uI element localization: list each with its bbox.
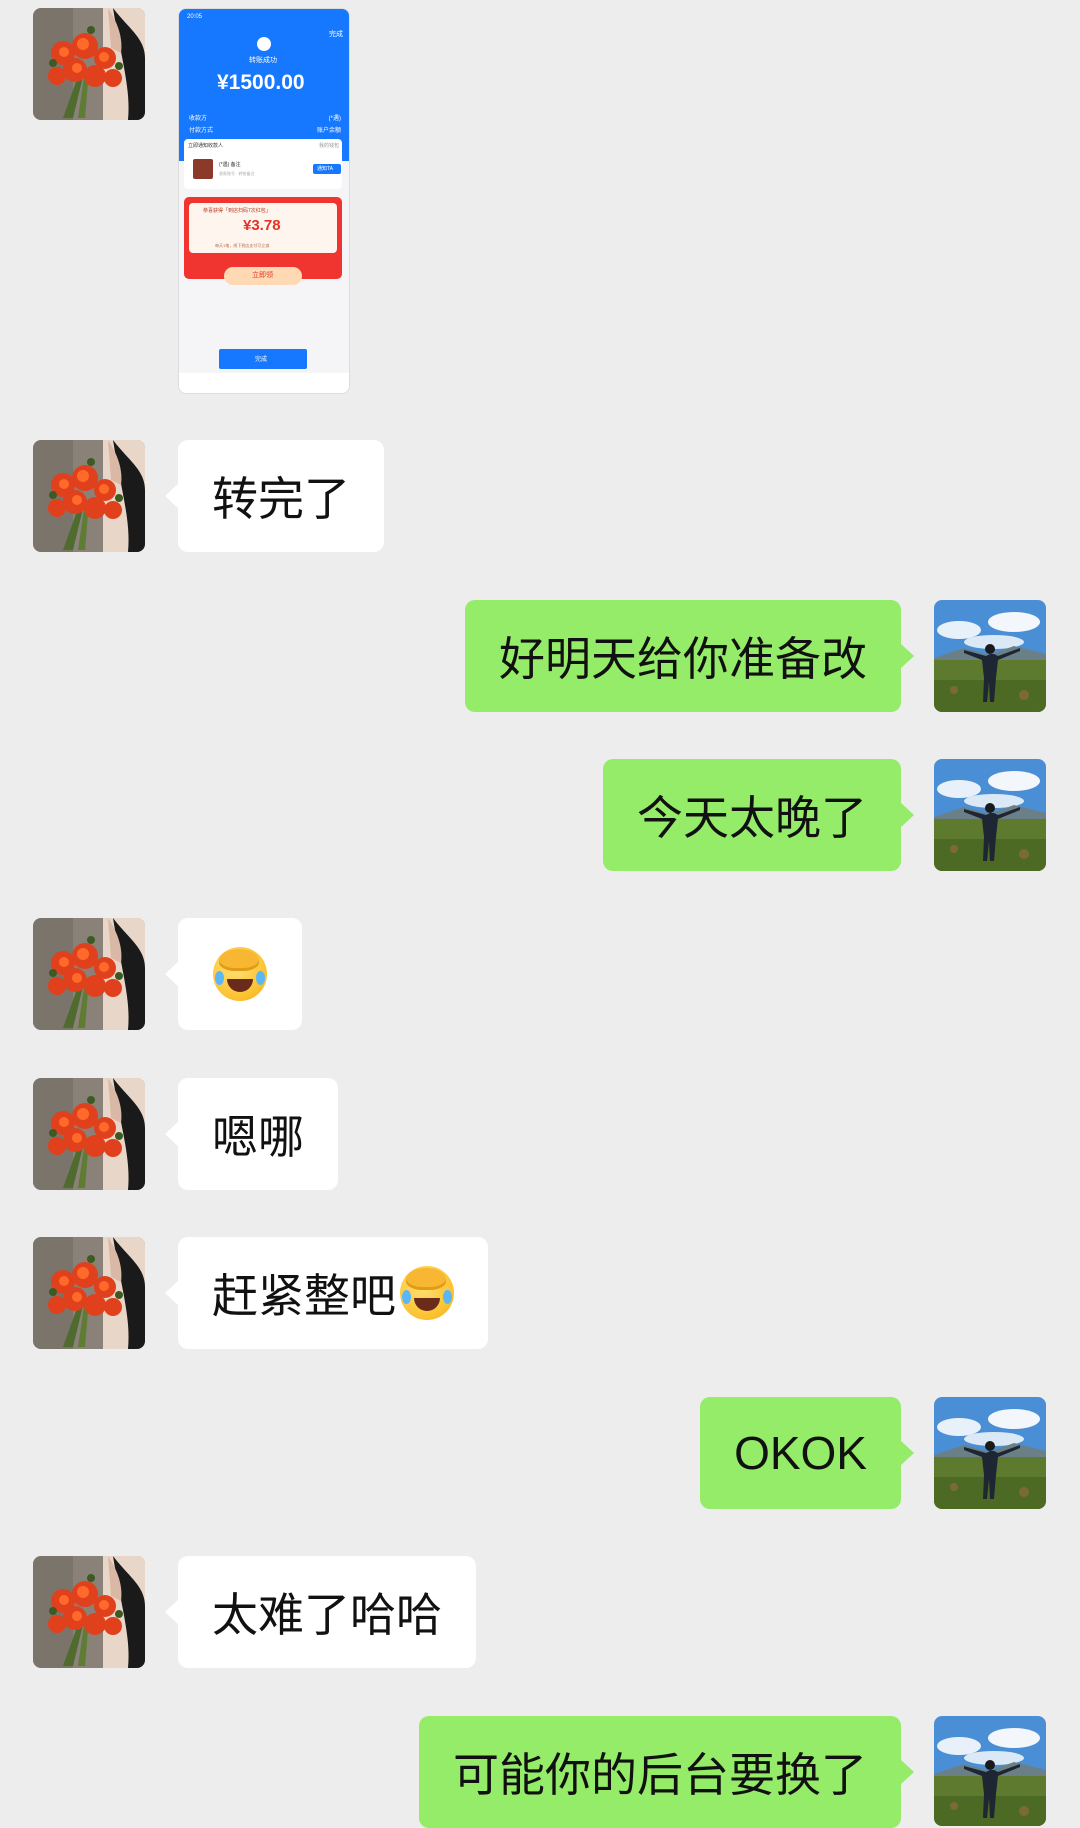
landscape-person-avatar-icon xyxy=(934,1397,1046,1509)
message-text: 可能你的后台要换了 xyxy=(453,1748,867,1802)
screenshot-amount: ¥1500.00 xyxy=(217,71,305,94)
message-text: 好明天给你准备改 xyxy=(499,632,867,686)
tear-right xyxy=(256,971,265,985)
screenshot-done-btn-label: 完成 xyxy=(255,357,268,363)
shared-payment-screenshot[interactable]: 20:05 完成 转账成功 ¥1500.00 收款方 (*遇) 付款方式 账户余… xyxy=(178,8,350,394)
message-text: 转完了 xyxy=(212,472,350,526)
incoming-message-bubble[interactable]: 嗯哪 xyxy=(165,1078,338,1190)
screenshot-method-label: 付款方式 xyxy=(189,128,214,134)
screenshot-red-amount: ¥3.78 xyxy=(243,217,281,234)
outgoing-message-bubble[interactable]: OKOK xyxy=(700,1397,914,1509)
screenshot-notify-avatar xyxy=(193,159,213,179)
message-text: 太难了哈哈 xyxy=(212,1588,442,1642)
screenshot-notify-text: 立即通知收款人 xyxy=(188,143,224,149)
screenshot-payee-label: 收款方 xyxy=(189,116,208,122)
screenshot-notify-sub: 收款账号 · 转账备注 xyxy=(219,171,255,176)
incoming-message-bubble[interactable]: 太难了哈哈 xyxy=(165,1556,476,1668)
contact-avatar[interactable] xyxy=(33,8,145,120)
screenshot-red-button: 立即领 xyxy=(224,267,302,285)
flower-bouquet-avatar-icon xyxy=(33,1078,145,1190)
contact-avatar[interactable] xyxy=(33,1237,145,1349)
tear-right xyxy=(443,1290,452,1304)
landscape-person-avatar-icon xyxy=(934,759,1046,871)
my-avatar[interactable] xyxy=(934,1716,1046,1826)
screenshot-notify-name: (*遇) 备注 xyxy=(219,162,241,168)
screenshot-status-time: 20:05 xyxy=(187,14,203,20)
screenshot-notify-button: 通知TA xyxy=(313,164,341,174)
screenshot-payee-value: (*遇) xyxy=(328,116,341,122)
landscape-person-avatar-icon xyxy=(934,600,1046,712)
flower-bouquet-avatar-icon xyxy=(33,1556,145,1668)
screenshot-red-title: 恭喜获得「到店扫码7次红包」 xyxy=(203,208,271,214)
outgoing-message-bubble[interactable]: 今天太晚了 xyxy=(603,759,914,871)
my-avatar[interactable] xyxy=(934,1397,1046,1509)
my-avatar[interactable] xyxy=(934,759,1046,871)
screenshot-done-button: 完成 xyxy=(219,349,307,369)
face-with-hand-over-mouth-crying-icon xyxy=(213,947,267,1001)
screenshot-red-sub: 每天1笔，线下到店支付可立减 xyxy=(215,243,270,248)
contact-avatar[interactable] xyxy=(33,440,145,552)
flower-bouquet-avatar-icon xyxy=(33,440,145,552)
screenshot-notify-btn-label: 通知TA xyxy=(317,166,334,172)
screenshot-success-text: 转账成功 xyxy=(249,57,277,64)
flower-bouquet-avatar-icon xyxy=(33,1237,145,1349)
incoming-message-bubble[interactable] xyxy=(165,918,302,1030)
outgoing-message-bubble[interactable]: 可能你的后台要换了 xyxy=(419,1716,914,1828)
screenshot-done-top: 完成 xyxy=(329,31,343,38)
face-with-hand-over-mouth-crying-icon xyxy=(400,1266,454,1320)
incoming-message-bubble[interactable]: 赶紧整吧 xyxy=(165,1237,488,1349)
incoming-message-bubble[interactable]: 转完了 xyxy=(165,440,384,552)
contact-avatar[interactable] xyxy=(33,918,145,1030)
screenshot-notify-right: 我的钱包 xyxy=(318,143,339,149)
message-text: 今天太晚了 xyxy=(637,791,867,845)
landscape-person-avatar-icon xyxy=(934,1716,1046,1826)
message-text: 嗯哪 xyxy=(212,1110,304,1164)
screenshot-navbar xyxy=(179,373,349,393)
tear-left xyxy=(402,1290,411,1304)
flower-bouquet-avatar-icon xyxy=(33,918,145,1030)
contact-avatar[interactable] xyxy=(33,1078,145,1190)
screenshot-success-icon xyxy=(257,37,271,51)
contact-avatar[interactable] xyxy=(33,1556,145,1668)
screenshot-red-btn-label: 立即领 xyxy=(252,272,273,279)
tear-left xyxy=(215,971,224,985)
message-text: 赶紧整吧 xyxy=(212,1269,396,1323)
screenshot-method-value: 账户余额 xyxy=(316,128,341,134)
my-avatar[interactable] xyxy=(934,600,1046,712)
flower-bouquet-avatar-icon xyxy=(33,8,145,120)
outgoing-message-bubble[interactable]: 好明天给你准备改 xyxy=(465,600,914,712)
message-text: OKOK xyxy=(734,1427,867,1479)
